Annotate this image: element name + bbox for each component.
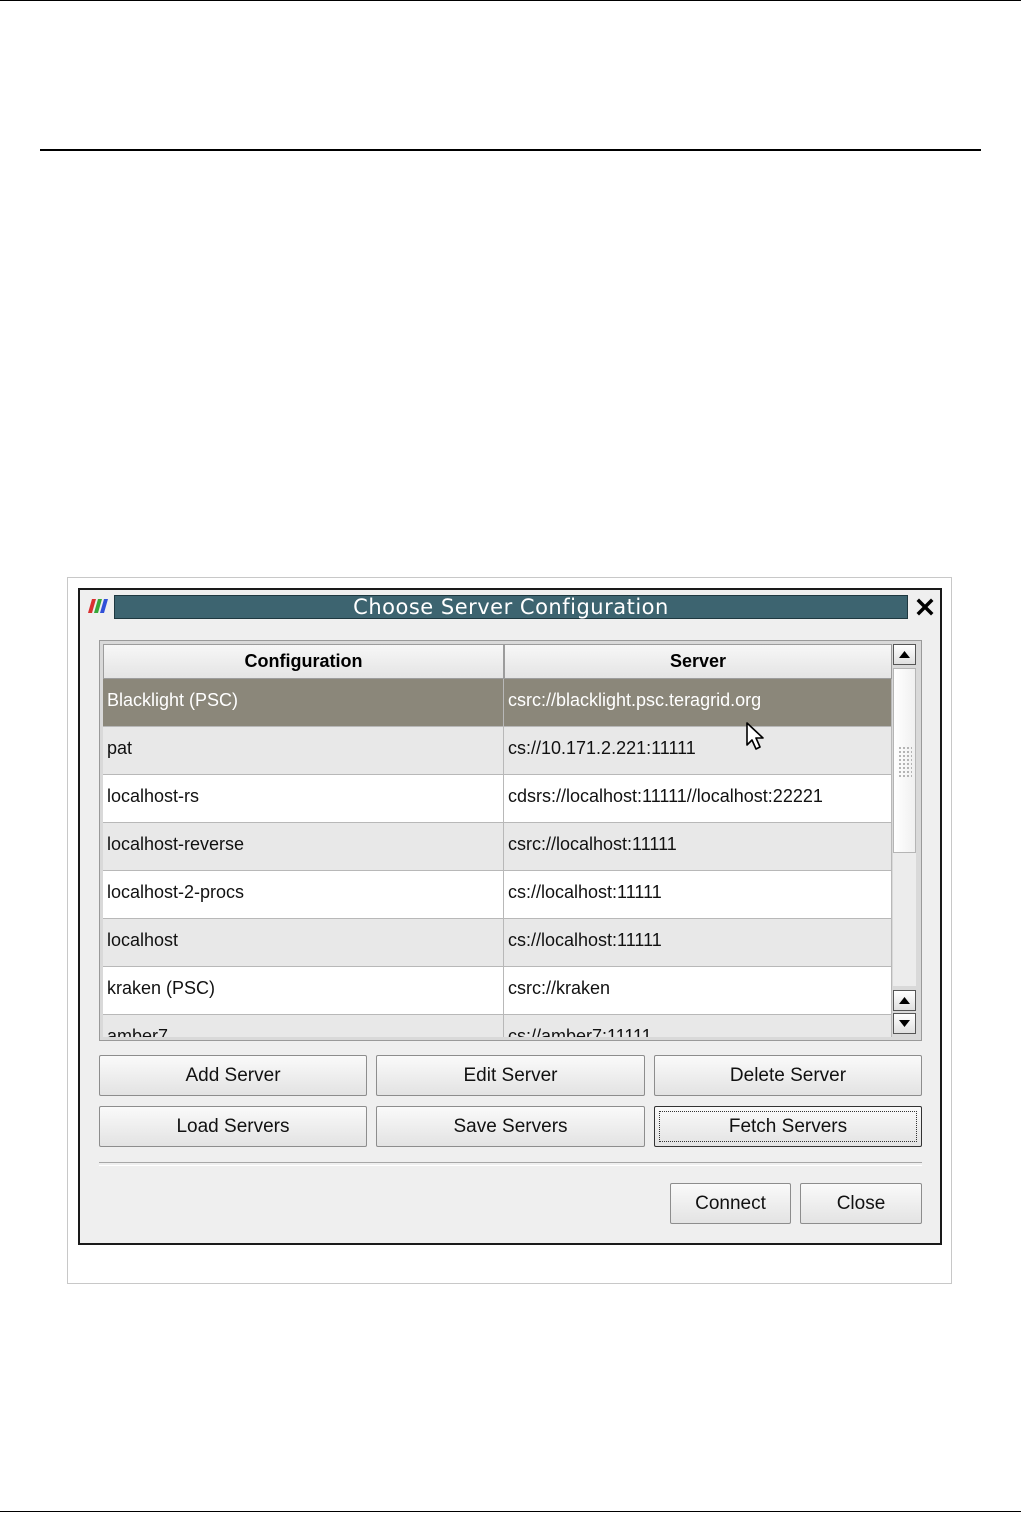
column-header-server[interactable]: Server <box>504 644 892 679</box>
table-row[interactable]: Blacklight (PSC) csrc://blacklight.psc.t… <box>103 679 892 727</box>
cell-configuration: localhost-2-procs <box>103 871 504 919</box>
cell-server: csrc://localhost:11111 <box>504 823 892 871</box>
server-table-body: Configuration Server Blacklight (PSC) cs… <box>103 644 892 1037</box>
add-server-button[interactable]: Add Server <box>99 1055 367 1096</box>
cell-configuration: kraken (PSC) <box>103 967 504 1015</box>
table-row[interactable]: localhost cs://localhost:11111 <box>103 919 892 967</box>
cell-server: cs://localhost:11111 <box>504 919 892 967</box>
server-table: Configuration Server Blacklight (PSC) cs… <box>99 640 922 1041</box>
page-bottom-rule <box>0 1511 1021 1512</box>
edit-server-button[interactable]: Edit Server <box>376 1055 645 1096</box>
focus-ring <box>659 1111 917 1142</box>
grip-icon <box>898 746 912 778</box>
connect-button[interactable]: Connect <box>670 1183 791 1224</box>
cell-configuration: amber7 <box>103 1015 504 1037</box>
scrollbar-track[interactable] <box>893 668 916 986</box>
title-bar[interactable]: Choose Server Configuration <box>114 595 908 619</box>
load-servers-button[interactable]: Load Servers <box>99 1106 367 1147</box>
save-servers-button[interactable]: Save Servers <box>376 1106 645 1147</box>
cell-configuration: localhost-reverse <box>103 823 504 871</box>
table-row[interactable]: localhost-2-procs cs://localhost:11111 <box>103 871 892 919</box>
choose-server-dialog: Choose Server Configuration Configuratio… <box>78 588 942 1245</box>
cell-server: cs://10.171.2.221:11111 <box>504 727 892 775</box>
cell-configuration: pat <box>103 727 504 775</box>
arrow-down-icon[interactable] <box>893 1013 916 1034</box>
cell-server: csrc://blacklight.psc.teragrid.org <box>504 679 892 727</box>
cell-server: csrc://kraken <box>504 967 892 1015</box>
dialog-title: Choose Server Configuration <box>353 595 669 619</box>
table-vertical-scrollbar[interactable] <box>892 644 918 1037</box>
arrow-up-icon[interactable] <box>893 990 916 1011</box>
close-icon[interactable] <box>914 596 936 618</box>
dialog-separator <box>99 1162 922 1166</box>
cell-server: cs://amber7:11111 <box>504 1015 892 1037</box>
close-button[interactable]: Close <box>800 1183 922 1224</box>
scrollbar-thumb[interactable] <box>893 668 916 853</box>
page-top-rule <box>0 0 1021 1</box>
table-row[interactable]: amber7 cs://amber7:11111 <box>103 1015 892 1037</box>
paraview-logo-icon <box>88 599 108 613</box>
fetch-servers-button[interactable]: Fetch Servers <box>654 1106 922 1147</box>
dialog-titlebar: Choose Server Configuration <box>80 590 940 622</box>
page-section-rule <box>40 149 981 151</box>
cell-server: cdsrs://localhost:11111//localhost:22221 <box>504 775 892 823</box>
table-row[interactable]: kraken (PSC) csrc://kraken <box>103 967 892 1015</box>
cell-configuration: localhost <box>103 919 504 967</box>
cell-server: cs://localhost:11111 <box>504 871 892 919</box>
column-header-configuration[interactable]: Configuration <box>103 644 504 679</box>
table-row[interactable]: localhost-rs cdsrs://localhost:11111//lo… <box>103 775 892 823</box>
table-row[interactable]: localhost-reverse csrc://localhost:11111 <box>103 823 892 871</box>
cell-configuration: localhost-rs <box>103 775 504 823</box>
table-row[interactable]: pat cs://10.171.2.221:11111 <box>103 727 892 775</box>
arrow-up-icon[interactable] <box>893 644 916 665</box>
cell-configuration: Blacklight (PSC) <box>103 679 504 727</box>
delete-server-button[interactable]: Delete Server <box>654 1055 922 1096</box>
